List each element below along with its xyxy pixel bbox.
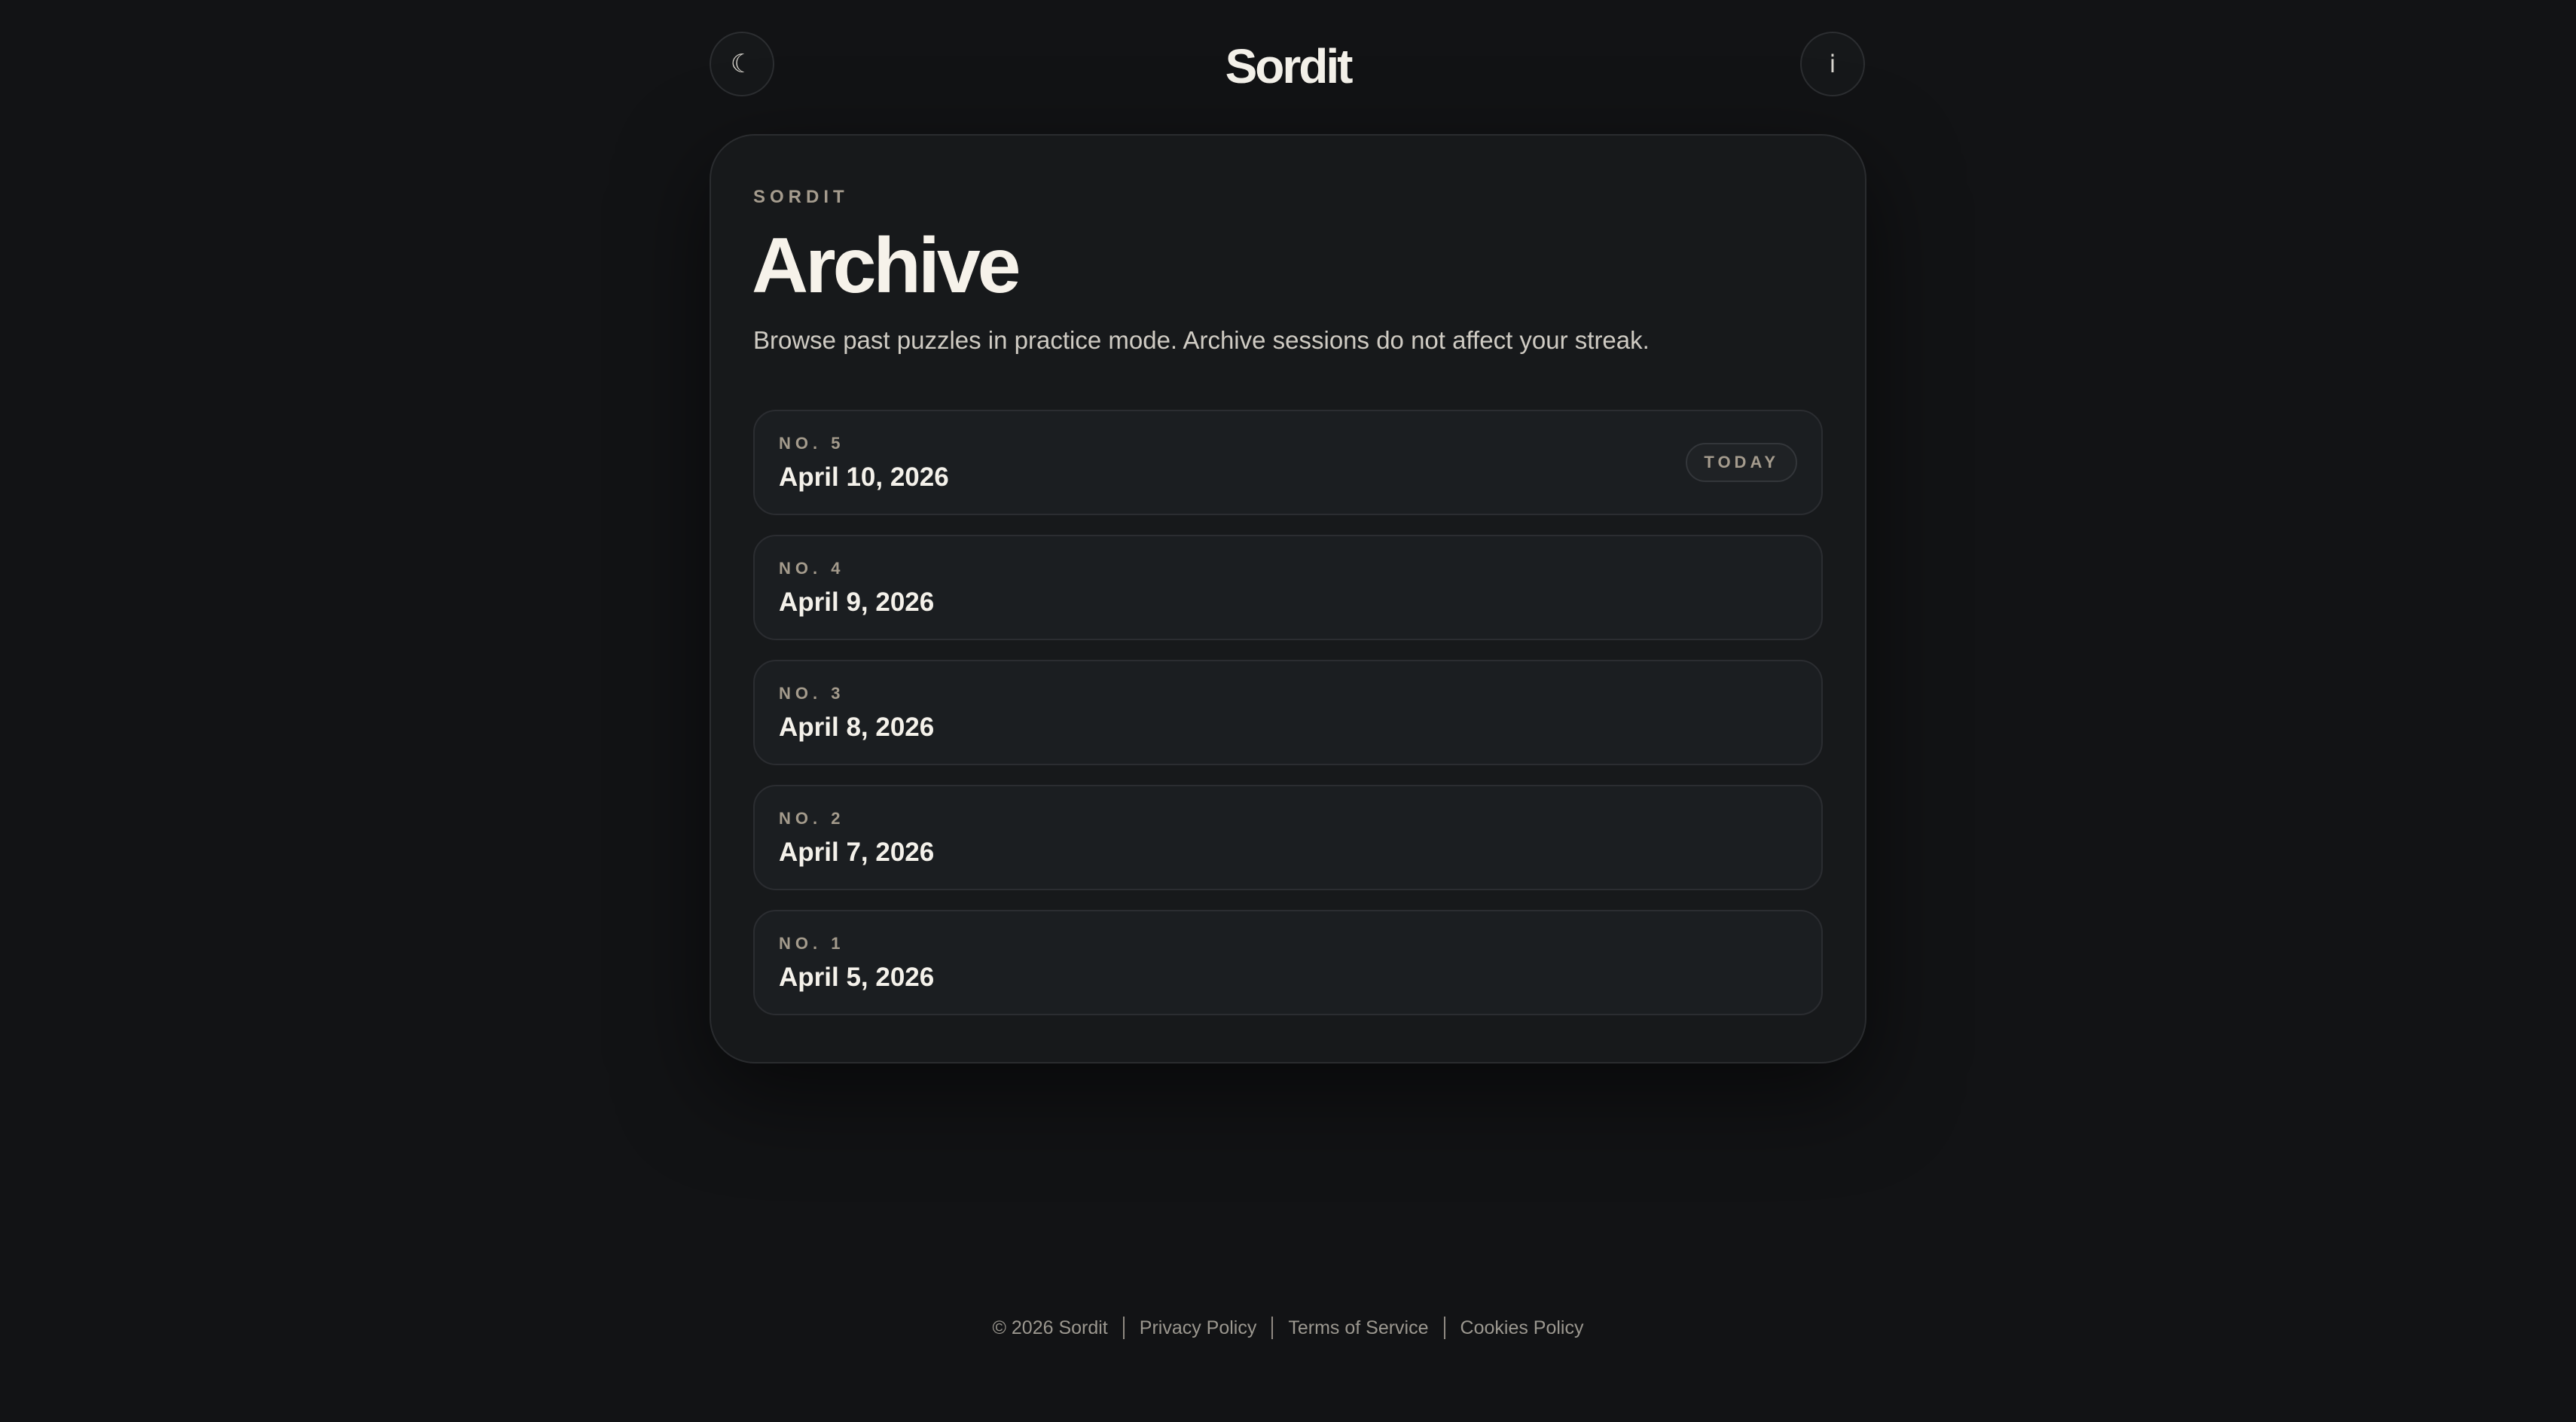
copyright-text: © 2026 Sordit [992,1317,1108,1338]
info-button[interactable]: i [1800,32,1865,96]
archive-card: SORDIT Archive Browse past puzzles in pr… [710,134,1866,1063]
puzzle-number: NO. 3 [779,684,845,703]
puzzle-date: April 8, 2026 [779,713,935,742]
archive-item[interactable]: NO. 3 April 8, 2026 [753,660,1823,765]
brand-title[interactable]: Sordit [0,36,2576,96]
puzzle-number: NO. 5 [779,434,845,453]
archive-item[interactable]: NO. 5 April 10, 2026 TODAY [753,410,1823,515]
archive-item[interactable]: NO. 2 April 7, 2026 [753,785,1823,890]
puzzle-date: April 10, 2026 [779,462,949,492]
puzzle-number: NO. 1 [779,934,845,953]
puzzle-date: April 5, 2026 [779,963,935,992]
footer-divider [1443,1317,1445,1339]
footer-divider [1271,1317,1274,1339]
archive-item[interactable]: NO. 1 April 5, 2026 [753,910,1823,1015]
archive-item[interactable]: NO. 4 April 9, 2026 [753,535,1823,640]
puzzle-number: NO. 2 [779,809,845,828]
footer-divider [1122,1317,1125,1339]
privacy-policy-link[interactable]: Privacy Policy [1140,1317,1257,1339]
page-title: Archive [752,222,1021,310]
puzzle-date: April 9, 2026 [779,587,935,617]
archive-list: NO. 5 April 10, 2026 TODAY NO. 4 April 9… [753,410,1823,1035]
footer: © 2026 Sordit Privacy Policy Terms of Se… [0,1317,2576,1339]
today-badge: TODAY [1686,443,1797,482]
terms-of-service-link[interactable]: Terms of Service [1288,1317,1428,1339]
puzzle-number: NO. 4 [779,559,845,578]
cookies-policy-link[interactable]: Cookies Policy [1460,1317,1584,1339]
info-icon: i [1829,50,1836,78]
page-subtitle: Browse past puzzles in practice mode. Ar… [753,326,1650,354]
top-bar: ☾ Sordit i [0,0,2576,133]
puzzle-date: April 7, 2026 [779,838,935,867]
eyebrow-label: SORDIT [753,187,849,207]
